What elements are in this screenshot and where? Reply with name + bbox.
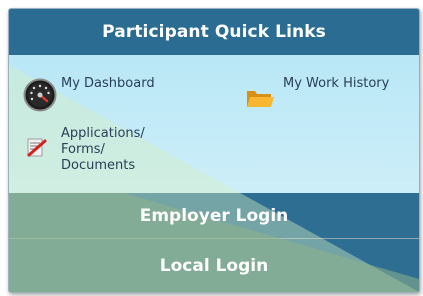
my-dashboard-label: My Dashboard bbox=[61, 76, 155, 91]
widget-header: Participant Quick Links bbox=[9, 9, 419, 55]
local-login-label: Local Login bbox=[159, 255, 269, 276]
dashboard-gauge-icon bbox=[23, 78, 61, 116]
my-dashboard-link[interactable]: My Dashboard bbox=[23, 76, 155, 116]
applications-forms-documents-link[interactable]: Applications/ Forms/ Documents bbox=[25, 126, 145, 174]
employer-login-button[interactable]: Employer Login bbox=[9, 193, 419, 239]
my-work-history-link[interactable]: My Work History bbox=[245, 76, 389, 124]
my-work-history-label: My Work History bbox=[283, 76, 390, 91]
folder-icon bbox=[245, 86, 283, 124]
applications-forms-documents-label: Applications/ Forms/ Documents bbox=[61, 126, 145, 173]
employer-login-label: Employer Login bbox=[139, 205, 289, 226]
document-edit-icon bbox=[25, 136, 61, 172]
participant-quick-links-widget: Participant Quick Links Employer Login L… bbox=[8, 8, 420, 293]
widget-title: Participant Quick Links bbox=[102, 22, 326, 42]
local-login-button[interactable]: Local Login bbox=[9, 239, 419, 292]
